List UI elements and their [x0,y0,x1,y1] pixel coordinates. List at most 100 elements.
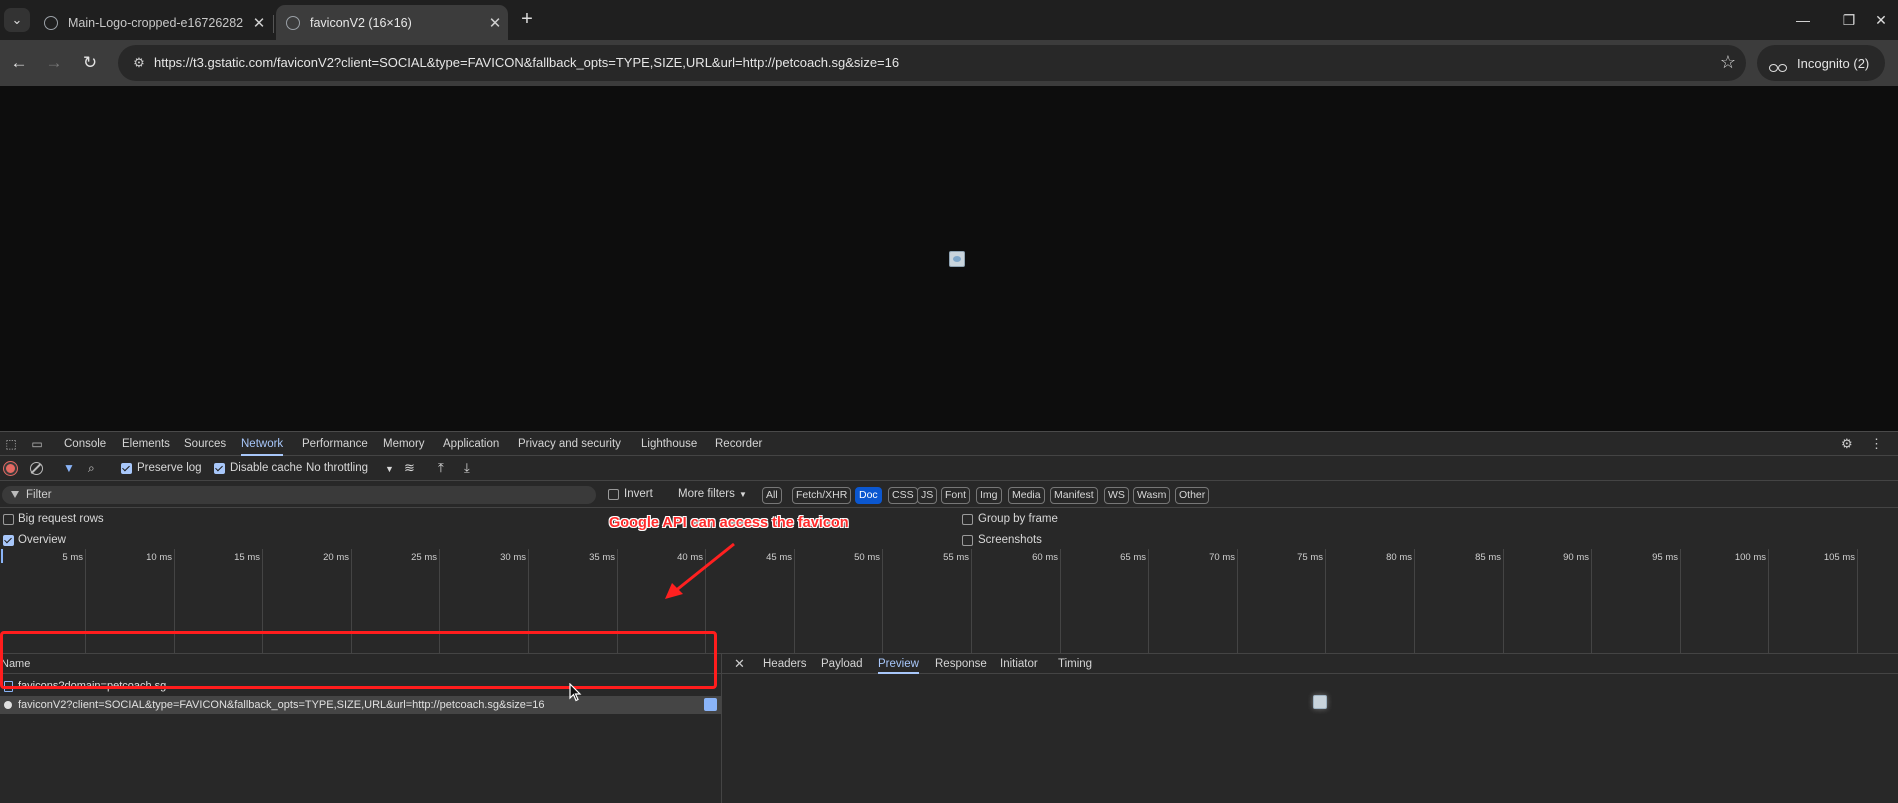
timeline-tick-label: 55 ms [943,552,969,563]
timeline-gridline [1060,549,1061,654]
timeline-gridline [882,549,883,654]
highlight-box [0,631,717,689]
annotation-arrow [665,542,735,599]
devtools-tab-application[interactable]: Application [443,432,499,456]
chevron-down-icon: ⌄ [11,12,23,27]
type-filter-css[interactable]: CSS [888,487,918,504]
type-filter-manifest[interactable]: Manifest [1050,487,1098,504]
devtools-tab-privacy[interactable]: Privacy and security [518,432,621,456]
disable-cache-checkbox[interactable] [214,463,225,474]
stop-recording-icon[interactable] [4,462,17,475]
detail-tab-timing[interactable]: Timing [1058,654,1092,674]
devtools-tab-network[interactable]: Network [241,432,284,456]
device-toolbar-icon[interactable]: ▭ [29,436,45,452]
type-filter-media[interactable]: Media [1008,487,1045,504]
network-conditions-icon[interactable]: ≋ [404,460,415,476]
settings-gear-icon[interactable]: ⚙ [1841,436,1853,452]
overview-checkbox[interactable] [3,535,14,546]
minimize-icon[interactable]: — [1780,6,1826,34]
screenshots-checkbox[interactable] [962,535,973,546]
group-by-frame-checkbox[interactable] [962,514,973,525]
invert-checkbox[interactable] [608,489,619,500]
type-filter-ws[interactable]: WS [1104,487,1129,504]
incognito-label: Incognito (2) [1797,55,1870,71]
devtools-tab-lighthouse[interactable]: Lighthouse [641,432,697,456]
request-name: faviconV2?client=SOCIAL&type=FAVICON&fal… [18,699,545,711]
devtools-tab-elements[interactable]: Elements [122,432,170,456]
screenshots-label: Screenshots [978,534,1042,546]
devtools-tab-performance[interactable]: Performance [302,432,368,456]
address-bar[interactable]: ⚙ https://t3.gstatic.com/faviconV2?clien… [118,45,1746,81]
devtools-tab-recorder[interactable]: Recorder [715,432,762,456]
dropdown-arrow-icon[interactable]: ▼ [385,464,394,474]
timeline-tick-label: 95 ms [1652,552,1678,563]
detail-tab-response[interactable]: Response [935,654,987,674]
more-options-icon[interactable]: ⋮ [1870,436,1883,452]
bookmark-star-icon[interactable]: ☆ [1720,52,1736,73]
type-filter-fetch-xhr[interactable]: Fetch/XHR [792,487,852,504]
timeline-gridline [1148,549,1149,654]
close-tab-icon[interactable]: ✕ [482,14,508,32]
type-filter-js[interactable]: JS [917,487,938,504]
devtools-tab-sources[interactable]: Sources [184,432,226,456]
type-filter-font[interactable]: Font [941,487,971,504]
detail-tab-initiator[interactable]: Initiator [1000,654,1038,674]
page-viewport [0,86,1898,431]
type-filter-wasm[interactable]: Wasm [1133,487,1171,504]
type-filter-other[interactable]: Other [1175,487,1210,504]
disable-cache-label: Disable cache [230,462,303,474]
search-icon[interactable]: ⌕ [88,461,95,476]
incognito-button[interactable]: Incognito (2) [1757,45,1885,81]
big-request-rows-checkbox[interactable] [3,514,14,525]
back-icon[interactable]: ← [6,50,32,76]
devtools-tab-memory[interactable]: Memory [383,432,425,456]
favicon-preview-image [1313,695,1327,709]
image-preview-icon [704,698,717,711]
type-filter-all[interactable]: All [762,487,782,504]
inspect-element-icon[interactable]: ⬚ [3,436,19,452]
new-tab-button[interactable]: + [515,8,539,32]
timeline-tick-label: 15 ms [234,552,260,563]
throttling-select[interactable]: No throttling [306,462,368,474]
type-filter-img[interactable]: Img [976,487,1002,504]
timeline-tick-label: 5 ms [62,552,83,563]
annotation-text: Google API can access the favicon [609,515,849,531]
window-close-icon[interactable]: ✕ [1858,6,1898,34]
preserve-log-checkbox[interactable] [121,463,132,474]
timeline-tick-label: 65 ms [1120,552,1146,563]
detail-tab-preview[interactable]: Preview [878,654,919,674]
browser-tab-1[interactable]: Main-Logo-cropped-e16726282 ✕ [34,5,272,40]
reload-icon[interactable]: ↻ [77,50,103,76]
import-har-icon[interactable]: ⤒ [438,460,444,476]
close-detail-icon[interactable]: ✕ [734,654,745,674]
url-text[interactable]: https://t3.gstatic.com/faviconV2?client=… [154,55,899,70]
preserve-log-label: Preserve log [137,462,202,474]
options-row-2: Overview Screenshots [0,530,1898,551]
clear-log-icon[interactable] [30,462,43,475]
network-toolbar: ▼ ⌕ Preserve log Disable cache No thrott… [0,457,1898,481]
request-row-selected[interactable]: faviconV2?client=SOCIAL&type=FAVICON&fal… [0,696,721,714]
devtools-tab-console[interactable]: Console [64,432,106,456]
detail-tab-payload[interactable]: Payload [821,654,863,674]
type-filter-doc[interactable]: Doc [855,487,882,504]
timeline-tick-label: 10 ms [146,552,172,563]
tab-search-button[interactable]: ⌄ [4,8,30,32]
browser-tab-2[interactable]: faviconV2 (16×16) ✕ [276,5,508,40]
tab-strip: ⌄ Main-Logo-cropped-e16726282 ✕ faviconV… [0,0,1898,40]
timeline-tick-label: 80 ms [1386,552,1412,563]
more-filters-dropdown[interactable]: More filters [678,488,735,500]
detail-tab-headers[interactable]: Headers [763,654,806,674]
export-har-icon[interactable]: ⤓ [464,460,470,476]
dropdown-arrow-icon[interactable]: ▼ [739,490,747,499]
filter-input[interactable]: Filter [2,486,596,504]
timeline-tick-label: 50 ms [854,552,880,563]
devtools-tabbar: ⬚ ▭ Console Elements Sources Network Per… [0,432,1898,456]
timeline-gridline [971,549,972,654]
close-tab-icon[interactable]: ✕ [246,14,272,32]
big-request-rows-label: Big request rows [18,513,104,525]
site-info-icon[interactable]: ⚙ [130,54,148,72]
tab-title: faviconV2 (16×16) [310,15,412,30]
filter-funnel-icon[interactable]: ▼ [63,461,75,475]
forward-icon[interactable]: → [41,50,67,76]
globe-icon [44,15,58,30]
